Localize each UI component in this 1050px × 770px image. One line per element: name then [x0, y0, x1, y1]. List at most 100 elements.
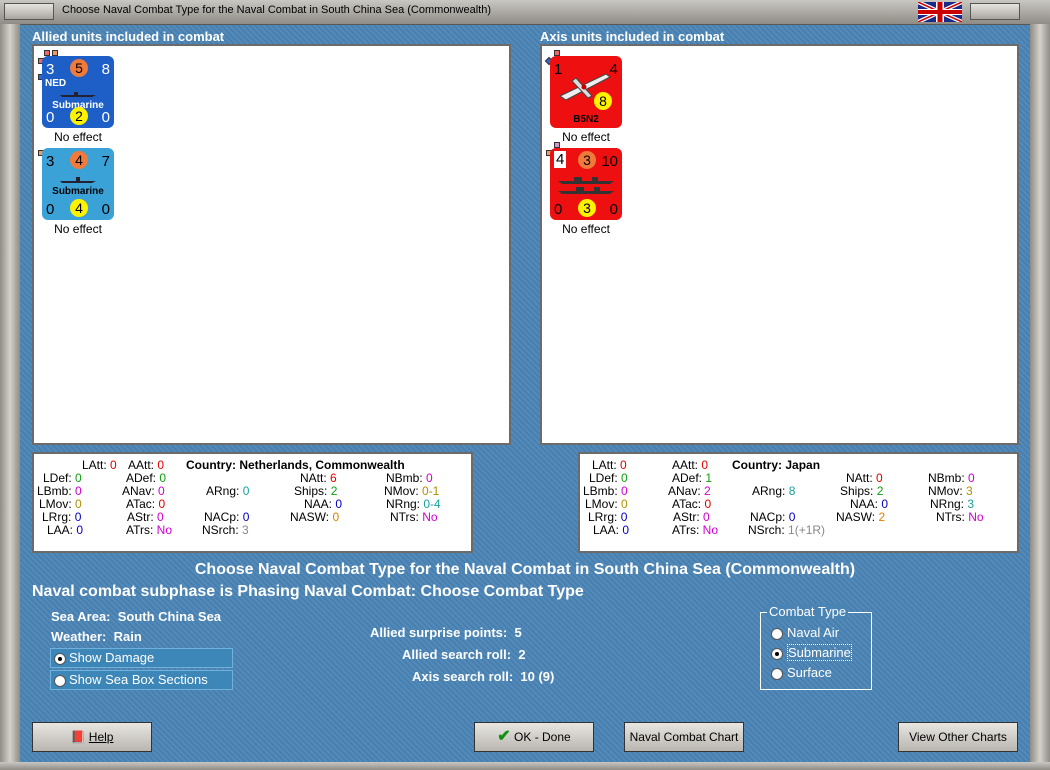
minimize-button[interactable] [970, 3, 1020, 20]
unit-top-right: 8 [101, 61, 110, 78]
stat-adef: ADef: 0 [126, 471, 167, 485]
combat-type-legend: Combat Type [767, 604, 849, 619]
axis-search-roll: Axis search roll: 10 (9) [412, 669, 555, 684]
stat-astr: AStr: 0 [127, 510, 164, 524]
book-icon: 📕 [70, 730, 86, 744]
show-damage-option[interactable]: Show Damage [50, 648, 233, 668]
stat-ntrs: NTrs: No [936, 510, 984, 524]
checkmark-icon: ✔ [497, 728, 511, 745]
allied-units-panel[interactable]: 3 5 8 NED Submarine 0 2 0 No effect 3 4 … [32, 44, 511, 445]
stat-nasw: NASW: 0 [290, 510, 340, 524]
unit-top-circle: 4 [70, 151, 88, 169]
stat-naa: NAA: 0 [850, 497, 889, 511]
unit-effect: No effect [562, 222, 610, 236]
unit-top-right: 10 [601, 153, 618, 170]
unit-bottom-circle: 3 [578, 199, 596, 217]
stat-ships: Ships: 2 [294, 484, 338, 498]
stat-lbmb: LBmb: 0 [583, 484, 628, 498]
unit-type: B5N2 [573, 114, 599, 125]
combat-type-submarine[interactable]: Submarine [771, 644, 852, 661]
combat-type-naval-air[interactable]: Naval Air [771, 625, 839, 640]
unit-counter: 4 3 10 0 3 0 [550, 148, 622, 220]
show-sea-box-label: Show Sea Box Sections [69, 672, 208, 687]
main-title: Choose Naval Combat Type for the Naval C… [194, 561, 856, 578]
stat-ships: Ships: 2 [840, 484, 884, 498]
stat-anav: ANav: 2 [668, 484, 711, 498]
unit-bottom-left: 0 [46, 109, 55, 126]
stat-ldef: LDef: 0 [43, 471, 82, 485]
bottom-frame [0, 762, 1050, 770]
unit-bottom-circle: 2 [70, 107, 88, 125]
app-window: Choose Naval Combat Type for the Naval C… [0, 0, 1050, 770]
stat-atac: ATac: 0 [126, 497, 166, 511]
country: Country: Netherlands, Commonwealth [186, 458, 405, 472]
stat-nsrch: NSrch: 3 [202, 523, 249, 537]
axis-unit-1[interactable]: 1 4 8 B5N2 No effect [544, 50, 626, 144]
stat-astr: AStr: 0 [673, 510, 710, 524]
allied-unit-1[interactable]: 3 5 8 NED Submarine 0 2 0 No effect [38, 50, 118, 144]
stat-nbmb: NBmb: 0 [928, 471, 975, 485]
show-sea-box-option[interactable]: Show Sea Box Sections [50, 670, 233, 690]
combat-type-group: Combat Type Naval Air Submarine Surface [760, 604, 872, 690]
allied-header: Allied units included in combat [32, 29, 225, 44]
sea-area: Sea Area: South China Sea [51, 609, 222, 624]
stat-laa: LAA: 0 [593, 523, 630, 537]
stat-anav: ANav: 0 [122, 484, 165, 498]
stat-natt: NAtt: 6 [300, 471, 337, 485]
unit-bottom-right: 0 [609, 201, 618, 218]
view-other-charts-button[interactable]: View Other Charts [898, 722, 1018, 752]
show-damage-label: Show Damage [69, 650, 155, 665]
stat-adef: ADef: 1 [672, 471, 713, 485]
axis-unit-2[interactable]: 4 3 10 0 3 0 No effect [546, 142, 626, 236]
stat-nmov: NMov: 0-1 [384, 484, 440, 498]
unit-top-right: 7 [101, 153, 110, 170]
left-frame [0, 24, 20, 770]
submarine-icon [60, 177, 96, 183]
warships-icon [558, 177, 614, 194]
axis-stats-panel: LAtt: 0 AAtt: 0 Country: Japan LDef: 0 A… [578, 452, 1019, 553]
unit-bottom-circle: 4 [70, 199, 88, 217]
stat-nacp: NACp: 0 [204, 510, 250, 524]
stat-arng: ARng: 8 [752, 484, 796, 498]
stat-latt: LAtt: 0 [82, 458, 117, 472]
stat-aatt: AAtt: 0 [128, 458, 165, 472]
axis-units-panel[interactable]: 1 4 8 B5N2 No effect 4 3 10 0 3 0 No eff… [540, 44, 1019, 445]
stat-atrs: ATrs: No [126, 523, 173, 537]
stat-natt: NAtt: 0 [846, 471, 883, 485]
unit-bottom-right: 0 [101, 201, 110, 218]
stat-latt: LAtt: 0 [592, 458, 627, 472]
stat-lmov: LMov: 0 [39, 497, 82, 511]
unit-bottom-left: 0 [46, 201, 55, 218]
window-menu-button[interactable] [4, 3, 54, 20]
stat-nrng: NRng: 3 [930, 497, 975, 511]
radio-button[interactable] [54, 675, 66, 687]
unit-top-left: 4 [554, 151, 567, 168]
stat-lbmb: LBmb: 0 [37, 484, 82, 498]
unit-type: Submarine [52, 186, 104, 197]
ok-done-button[interactable]: ✔ OK - Done [474, 722, 594, 752]
surprise-points: Allied surprise points: 5 [370, 625, 522, 640]
stat-naa: NAA: 0 [304, 497, 343, 511]
stat-lrrg: LRrg: 0 [588, 510, 628, 524]
radio-button[interactable] [771, 668, 783, 680]
stat-ntrs: NTrs: No [390, 510, 438, 524]
unit-effect: No effect [54, 130, 102, 144]
radio-button[interactable] [771, 628, 783, 640]
radio-button[interactable] [771, 648, 783, 660]
stat-arng: ARng: 0 [206, 484, 250, 498]
allied-stats-panel: LAtt: 0 AAtt: 0 Country: Netherlands, Co… [32, 452, 473, 553]
title-bar: Choose Naval Combat Type for the Naval C… [0, 0, 1050, 25]
stat-atac: ATac: 0 [672, 497, 712, 511]
help-button[interactable]: 📕 Help [32, 722, 152, 752]
naval-combat-chart-button[interactable]: Naval Combat Chart [624, 722, 744, 752]
stat-nsrch: NSrch: 1(+1R) [748, 523, 826, 537]
radio-button[interactable] [54, 653, 66, 665]
combat-type-surface[interactable]: Surface [771, 665, 832, 680]
stat-lmov: LMov: 0 [585, 497, 628, 511]
unit-bottom-circle: 8 [594, 92, 612, 110]
submarine-icon [60, 92, 96, 97]
allied-unit-2[interactable]: 3 4 7 Submarine 0 4 0 No effect [38, 146, 118, 236]
country: Country: Japan [732, 458, 821, 472]
axis-header: Axis units included in combat [540, 29, 725, 44]
unit-counter: 1 4 8 B5N2 [550, 56, 622, 128]
